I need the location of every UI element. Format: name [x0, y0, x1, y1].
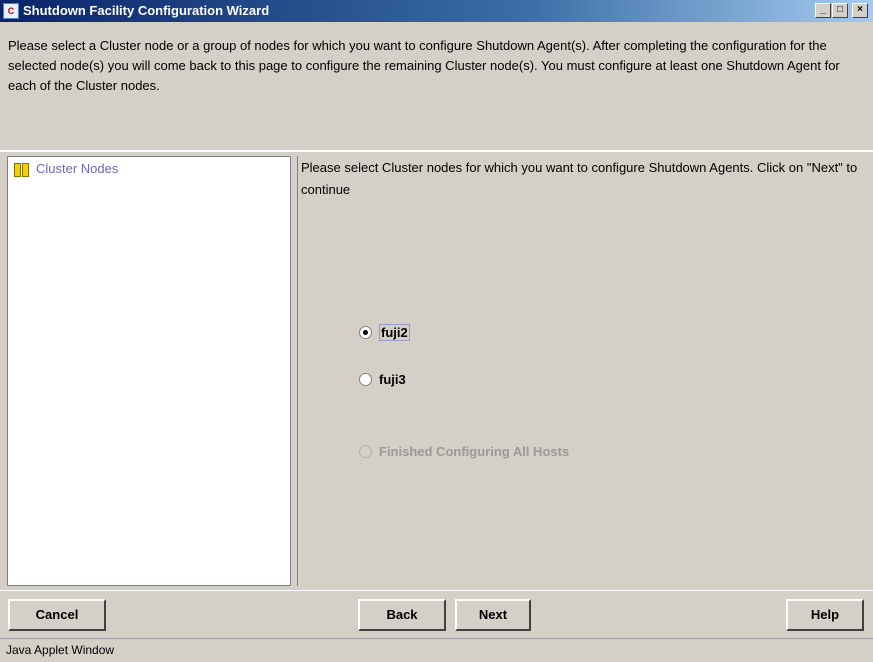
status-text: Java Applet Window: [6, 643, 115, 657]
minimize-button[interactable]: _: [815, 3, 831, 18]
radio-button[interactable]: [359, 373, 372, 386]
next-button[interactable]: Next: [455, 599, 531, 631]
window-title: Shutdown Facility Configuration Wizard: [23, 3, 270, 18]
cancel-button[interactable]: Cancel: [8, 599, 106, 631]
status-bar: Java Applet Window: [0, 638, 873, 662]
tree-node-cluster-nodes[interactable]: Cluster Nodes: [36, 161, 118, 176]
cluster-tree-panel[interactable]: Cluster Nodes: [7, 156, 291, 586]
radio-label: Finished Configuring All Hosts: [379, 444, 570, 459]
instructions-text: Please select a Cluster node or a group …: [8, 38, 840, 93]
title-bar[interactable]: C Shutdown Facility Configuration Wizard…: [0, 0, 873, 22]
selection-prompt: Please select Cluster nodes for which yo…: [301, 160, 858, 197]
radio-label[interactable]: fuji2: [379, 324, 410, 341]
app-icon[interactable]: C: [3, 3, 19, 19]
button-bar: Cancel Back Next Help: [0, 590, 873, 639]
radio-label[interactable]: fuji3: [379, 372, 406, 387]
radio-button[interactable]: [359, 326, 372, 339]
maximize-button[interactable]: □: [832, 3, 848, 18]
close-button[interactable]: ×: [852, 3, 868, 18]
wizard-window: C Shutdown Facility Configuration Wizard…: [0, 0, 873, 662]
selection-panel: Please select Cluster nodes for which yo…: [297, 156, 869, 586]
book-icon: [14, 163, 30, 177]
radio-button: [359, 445, 372, 458]
back-button[interactable]: Back: [358, 599, 446, 631]
help-button[interactable]: Help: [786, 599, 864, 631]
header-divider: [0, 150, 873, 152]
